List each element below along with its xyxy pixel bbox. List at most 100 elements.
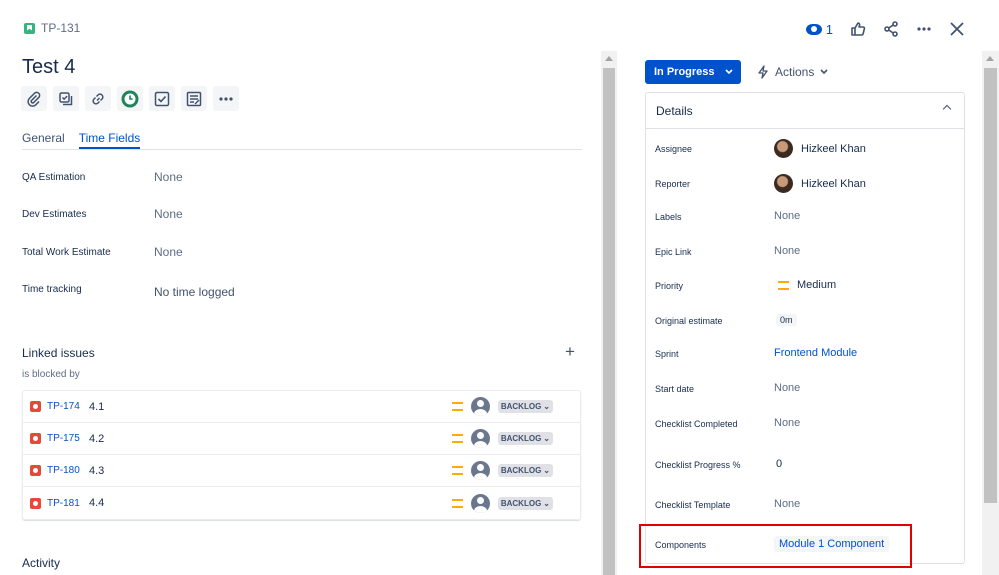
reporter-name: Hizkeel Khan bbox=[801, 177, 866, 190]
estimate-chip: 0m bbox=[776, 314, 797, 326]
attach-icon bbox=[27, 91, 41, 107]
eye-icon bbox=[805, 23, 822, 35]
issue-summary[interactable]: 4.3 bbox=[89, 465, 104, 477]
detail-label: Labels bbox=[655, 212, 682, 222]
page-title[interactable]: Test 4 bbox=[22, 56, 75, 79]
detail-value[interactable]: None bbox=[774, 417, 800, 429]
status-dropdown[interactable]: BACKLOG ⌄ bbox=[497, 432, 553, 445]
close-icon bbox=[949, 22, 964, 36]
avatar bbox=[470, 397, 490, 416]
issue-key-link[interactable]: TP-175 bbox=[47, 433, 89, 444]
scroll-thumb[interactable] bbox=[603, 68, 615, 575]
issue-meta: BACKLOG ⌄ bbox=[451, 429, 553, 448]
close-button[interactable] bbox=[940, 16, 973, 42]
list-item[interactable]: TP-174 4.1 BACKLOG ⌄ bbox=[23, 391, 580, 423]
detail-label: Reporter bbox=[655, 179, 691, 189]
activity-title: Activity bbox=[22, 556, 61, 570]
chevron-down-icon: ⌄ bbox=[543, 402, 550, 411]
detail-value[interactable]: None bbox=[774, 245, 800, 257]
detail-value[interactable]: None bbox=[774, 210, 800, 222]
avatar bbox=[774, 139, 793, 158]
priority-medium-icon bbox=[451, 466, 463, 475]
priority-medium-icon bbox=[451, 498, 463, 508]
detail-value[interactable]: 0 bbox=[776, 458, 782, 470]
avatar bbox=[470, 461, 490, 480]
status-label: BACKLOG bbox=[500, 498, 542, 508]
field-value[interactable]: None bbox=[154, 245, 183, 259]
scroll-thumb[interactable] bbox=[984, 68, 997, 503]
watch-button[interactable]: 1 bbox=[798, 16, 841, 42]
more-icon bbox=[916, 27, 931, 31]
attach-button[interactable] bbox=[21, 86, 47, 111]
scroll-up-icon[interactable] bbox=[605, 56, 613, 61]
left-scrollbar[interactable] bbox=[601, 51, 617, 575]
share-button[interactable] bbox=[874, 16, 907, 42]
breadcrumb[interactable]: TP-131 bbox=[24, 21, 80, 35]
bug-icon bbox=[30, 433, 41, 444]
link-relation-label: is blocked by bbox=[22, 369, 80, 380]
share-icon bbox=[883, 21, 898, 37]
detail-value[interactable]: Hizkeel Khan bbox=[774, 139, 866, 158]
field-value[interactable]: None bbox=[154, 170, 183, 184]
status-dropdown[interactable]: BACKLOG ⌄ bbox=[497, 464, 553, 477]
watch-count: 1 bbox=[825, 21, 833, 37]
chevron-down-icon: ⌄ bbox=[543, 434, 550, 443]
priority-medium-icon bbox=[778, 280, 789, 290]
detail-value[interactable]: Medium bbox=[778, 279, 836, 291]
issue-meta: BACKLOG ⌄ bbox=[451, 397, 553, 416]
issue-key-link[interactable]: TP-180 bbox=[47, 465, 89, 476]
list-item[interactable]: TP-180 4.3 BACKLOG ⌄ bbox=[23, 455, 580, 487]
status-label: BACKLOG bbox=[500, 434, 542, 443]
detail-value[interactable]: None bbox=[774, 498, 800, 510]
actions-button[interactable]: Actions bbox=[757, 60, 828, 84]
chevron-down-icon bbox=[820, 69, 828, 75]
add-subtask-button[interactable] bbox=[53, 86, 79, 111]
status-dropdown[interactable]: BACKLOG ⌄ bbox=[497, 400, 553, 413]
like-button[interactable] bbox=[841, 16, 874, 42]
thumbs-up-icon bbox=[850, 22, 865, 36]
template-button[interactable] bbox=[181, 86, 207, 111]
field-label: Dev Estimates bbox=[22, 209, 87, 220]
list-item[interactable]: TP-181 4.4 BACKLOG ⌄ bbox=[23, 487, 580, 519]
detail-value[interactable]: None bbox=[774, 382, 800, 394]
details-header[interactable]: Details bbox=[646, 93, 964, 129]
field-value[interactable]: No time logged bbox=[154, 285, 235, 299]
template-icon bbox=[186, 91, 202, 106]
field-label: Time tracking bbox=[22, 284, 82, 295]
issue-key-link[interactable]: TP-174 bbox=[47, 401, 89, 412]
detail-label: Checklist Template bbox=[655, 500, 731, 510]
timer-button[interactable] bbox=[117, 86, 143, 111]
issue-key-link[interactable]: TP-181 bbox=[47, 498, 89, 509]
status-transition-button[interactable]: In Progress bbox=[645, 60, 741, 84]
status-dropdown[interactable]: BACKLOG ⌄ bbox=[497, 496, 553, 510]
detail-value[interactable]: 0m bbox=[776, 314, 797, 326]
story-icon bbox=[24, 22, 35, 34]
details-panel: Details Assignee Hizkeel Khan Reporter H… bbox=[645, 92, 965, 564]
issue-key-label[interactable]: TP-131 bbox=[41, 21, 80, 35]
chevron-down-icon: ⌄ bbox=[543, 466, 550, 475]
scroll-up-icon[interactable] bbox=[986, 56, 994, 61]
status-label: BACKLOG bbox=[500, 466, 542, 475]
avatar bbox=[470, 493, 490, 513]
detail-value[interactable]: Frontend Module bbox=[774, 347, 857, 359]
tab-time-fields[interactable]: Time Fields bbox=[78, 131, 141, 149]
issue-summary[interactable]: 4.1 bbox=[89, 401, 104, 413]
more-actions-button[interactable] bbox=[213, 86, 239, 111]
detail-value[interactable]: Hizkeel Khan bbox=[774, 174, 866, 193]
field-label: Total Work Estimate bbox=[22, 247, 111, 258]
chevron-up-icon[interactable] bbox=[942, 104, 952, 114]
field-tabs: General Time Fields bbox=[22, 131, 582, 150]
issue-summary[interactable]: 4.4 bbox=[89, 497, 104, 509]
link-issue-button[interactable] bbox=[85, 86, 111, 111]
tab-general[interactable]: General bbox=[22, 131, 65, 149]
plus-icon: + bbox=[565, 342, 575, 361]
field-value[interactable]: None bbox=[154, 207, 183, 221]
more-button[interactable] bbox=[907, 16, 940, 42]
issue-summary[interactable]: 4.2 bbox=[89, 433, 104, 445]
right-scrollbar[interactable] bbox=[982, 51, 999, 575]
list-item[interactable]: TP-175 4.2 BACKLOG ⌄ bbox=[23, 423, 580, 455]
detail-label: Start date bbox=[655, 384, 695, 394]
issue-meta: BACKLOG ⌄ bbox=[451, 461, 553, 480]
add-link-button[interactable]: + bbox=[565, 342, 575, 362]
checklist-button[interactable] bbox=[149, 86, 175, 111]
